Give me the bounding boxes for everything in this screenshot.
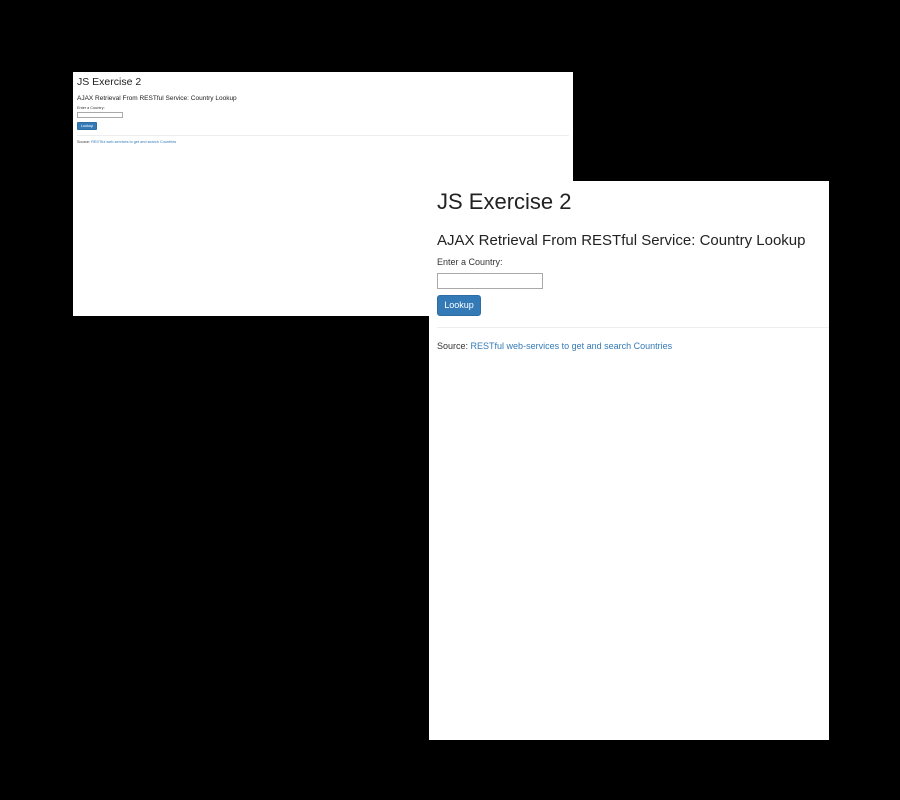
source-label: Source: [77,140,91,144]
page-content: JS Exercise 2 AJAX Retrieval From RESTfu… [73,72,573,145]
lookup-button[interactable]: Lookup [77,122,97,130]
page-subtitle: AJAX Retrieval From RESTful Service: Cou… [437,232,806,249]
country-input[interactable] [437,273,543,289]
lookup-button[interactable]: Lookup [437,295,481,316]
source-label: Source: [437,341,469,351]
divider [437,327,829,328]
country-label: Enter a Country: [437,257,503,267]
source-link[interactable]: RESTful web-services to get and search C… [91,140,176,144]
country-label: Enter a Country: [77,106,105,110]
divider [77,135,569,136]
page-subtitle: AJAX Retrieval From RESTful Service: Cou… [77,95,237,102]
source-line: Source: RESTful web-services to get and … [77,140,569,145]
page-title: JS Exercise 2 [437,189,572,214]
page-content: JS Exercise 2 AJAX Retrieval From RESTfu… [429,181,829,352]
backdrop: JS Exercise 2 AJAX Retrieval From RESTfu… [0,0,900,800]
country-input[interactable] [77,112,123,118]
source-line: Source: RESTful web-services to get and … [437,340,821,352]
screenshot-zoomed-view: JS Exercise 2 AJAX Retrieval From RESTfu… [429,181,829,740]
page-title: JS Exercise 2 [77,76,142,88]
source-link[interactable]: RESTful web-services to get and search C… [471,341,673,351]
